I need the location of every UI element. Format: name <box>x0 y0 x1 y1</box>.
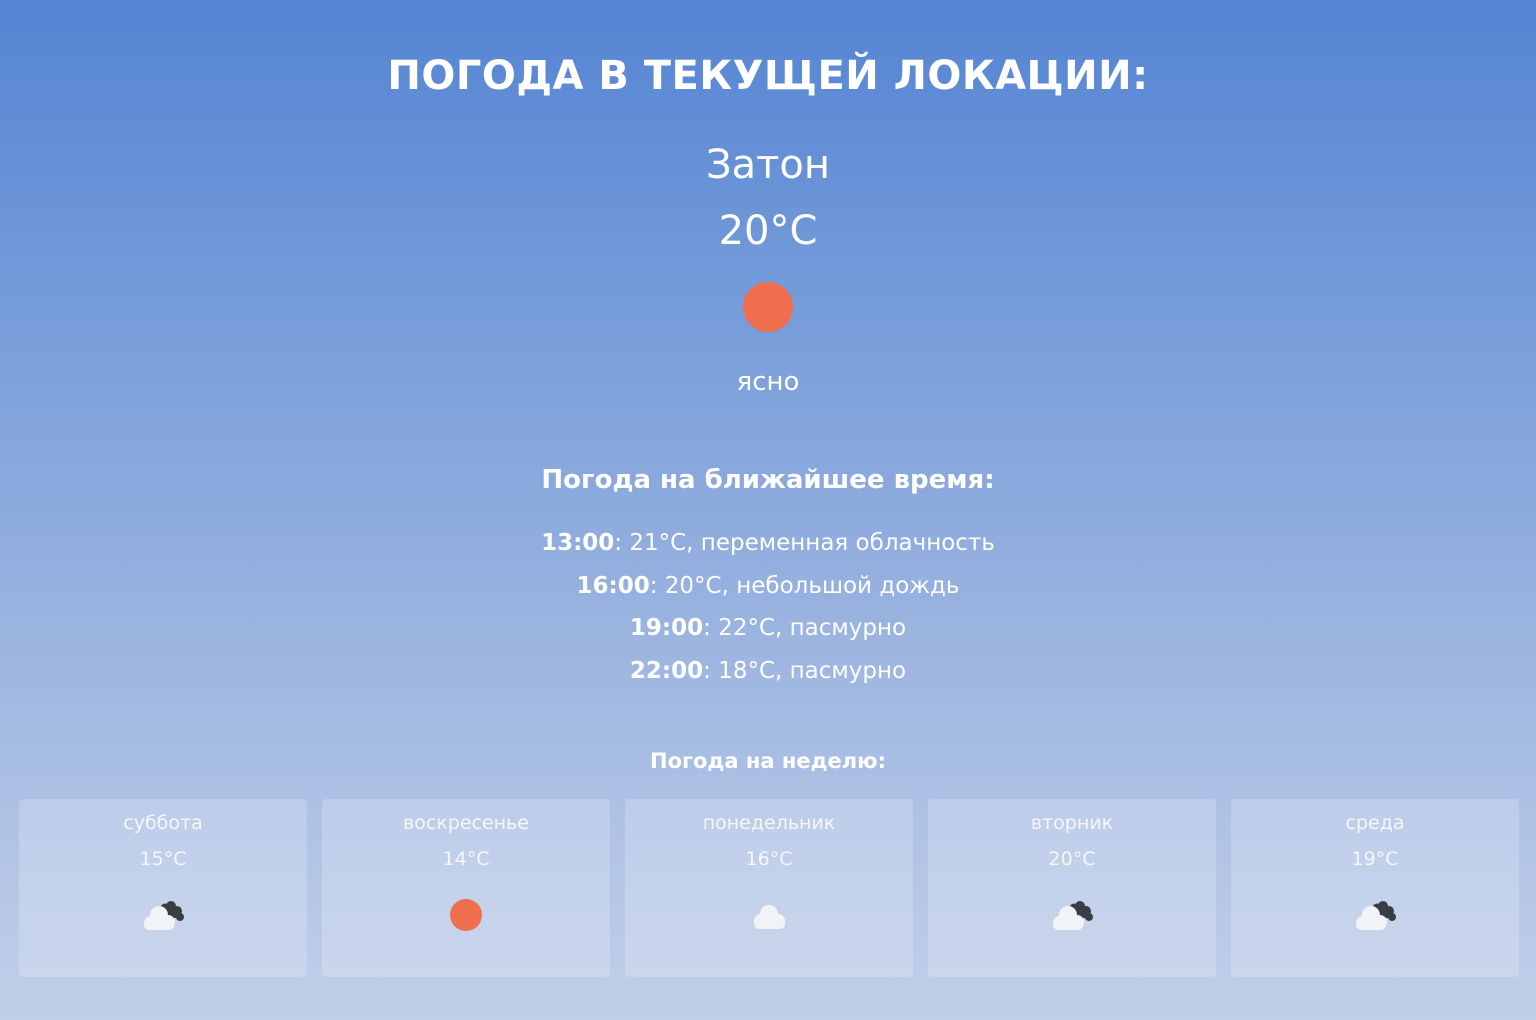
hourly-forecast-list: 13:00: 21°C, переменная облачность 16:00… <box>0 522 1536 692</box>
day-card-wednesday: среда 19°C <box>1231 799 1519 977</box>
current-condition: ясно <box>736 367 800 397</box>
hourly-time: 16:00 <box>576 572 650 599</box>
hourly-description: : 22°C, пасмурно <box>703 615 907 641</box>
hourly-description: : 18°C, пасмурно <box>703 657 907 684</box>
hourly-description: : 20°C, небольшой дождь <box>649 572 960 599</box>
hourly-forecast-row: 22:00: 18°C, пасмурно <box>0 650 1536 693</box>
day-name: воскресенье <box>403 812 529 834</box>
hourly-description: : 21°C, переменная облачность <box>614 530 995 556</box>
cloud-icon <box>744 897 794 935</box>
sun-icon <box>743 282 793 332</box>
day-temperature: 14°C <box>442 848 490 870</box>
cloud-rain-icon <box>1047 897 1097 935</box>
day-name: вторник <box>1030 812 1114 834</box>
hourly-time: 22:00 <box>629 657 704 684</box>
cloud-rain-icon <box>1350 897 1400 935</box>
hourly-time: 19:00 <box>629 615 704 641</box>
weekly-forecast-title: Погода на неделю: <box>650 749 886 773</box>
day-card-saturday: суббота 15°C <box>19 799 307 977</box>
day-temperature: 15°C <box>139 848 187 870</box>
hourly-forecast-row: 16:00: 20°C, небольшой дождь <box>0 565 1536 608</box>
day-temperature: 19°C <box>1351 848 1399 870</box>
current-temperature: 20°C <box>718 208 818 254</box>
day-name: понедельник <box>702 812 836 834</box>
day-name: среда <box>1345 812 1405 834</box>
hourly-forecast-title: Погода на ближайшее время: <box>541 465 995 495</box>
day-temperature: 16°C <box>745 848 793 870</box>
day-card-monday: понедельник 16°C <box>625 799 913 977</box>
hourly-forecast-row: 19:00: 22°C, пасмурно <box>0 607 1536 650</box>
day-card-tuesday: вторник 20°C <box>928 799 1216 977</box>
day-name: суббота <box>123 812 203 834</box>
hourly-forecast-row: 13:00: 21°C, переменная облачность <box>0 522 1536 565</box>
day-card-sunday: воскресенье 14°C <box>322 799 610 977</box>
hourly-time: 13:00 <box>541 530 615 556</box>
weekly-forecast-cards: суббота 15°C воскресенье 14°C понедельни… <box>19 799 1519 977</box>
sun-icon <box>441 897 491 935</box>
cloud-rain-icon <box>138 897 188 935</box>
city-name: Затон <box>705 142 831 188</box>
page-title: ПОГОДА В ТЕКУЩЕЙ ЛОКАЦИИ: <box>387 53 1149 99</box>
day-temperature: 20°C <box>1048 848 1096 870</box>
